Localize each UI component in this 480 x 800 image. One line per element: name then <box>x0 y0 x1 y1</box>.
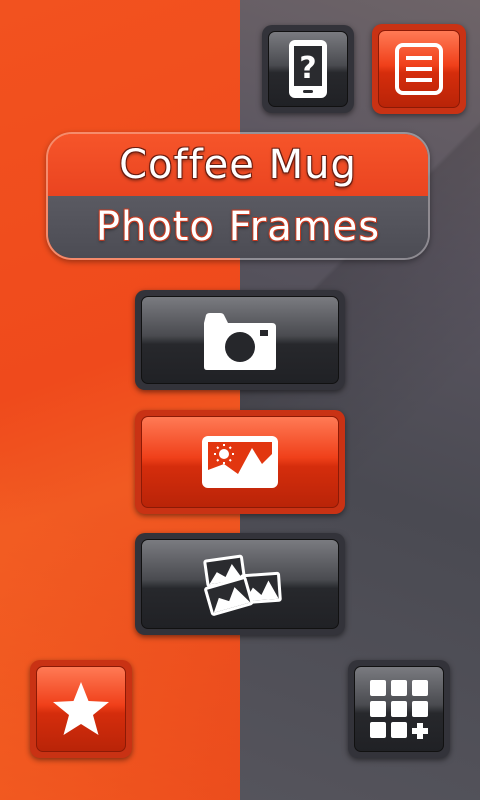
title-line-2: Photo Frames <box>95 204 381 250</box>
gallery-image-icon <box>202 436 278 488</box>
grid-add-icon <box>370 680 428 739</box>
camera-icon <box>204 313 276 370</box>
rate-button[interactable] <box>30 660 132 758</box>
phone-help-icon: ? <box>289 40 327 98</box>
my-frames-button[interactable] <box>135 533 345 635</box>
help-button[interactable]: ? <box>262 25 354 113</box>
title-banner: Coffee Mug Photo Frames <box>46 132 430 260</box>
star-icon <box>53 682 109 735</box>
menu-button[interactable] <box>372 24 466 114</box>
camera-button[interactable] <box>135 290 345 390</box>
menu-list-icon <box>395 43 443 95</box>
title-line-1: Coffee Mug <box>119 142 357 188</box>
more-apps-button[interactable] <box>348 660 450 758</box>
photo-stack-icon <box>203 554 282 616</box>
svg-text:?: ? <box>299 51 316 86</box>
gallery-button[interactable] <box>135 410 345 514</box>
